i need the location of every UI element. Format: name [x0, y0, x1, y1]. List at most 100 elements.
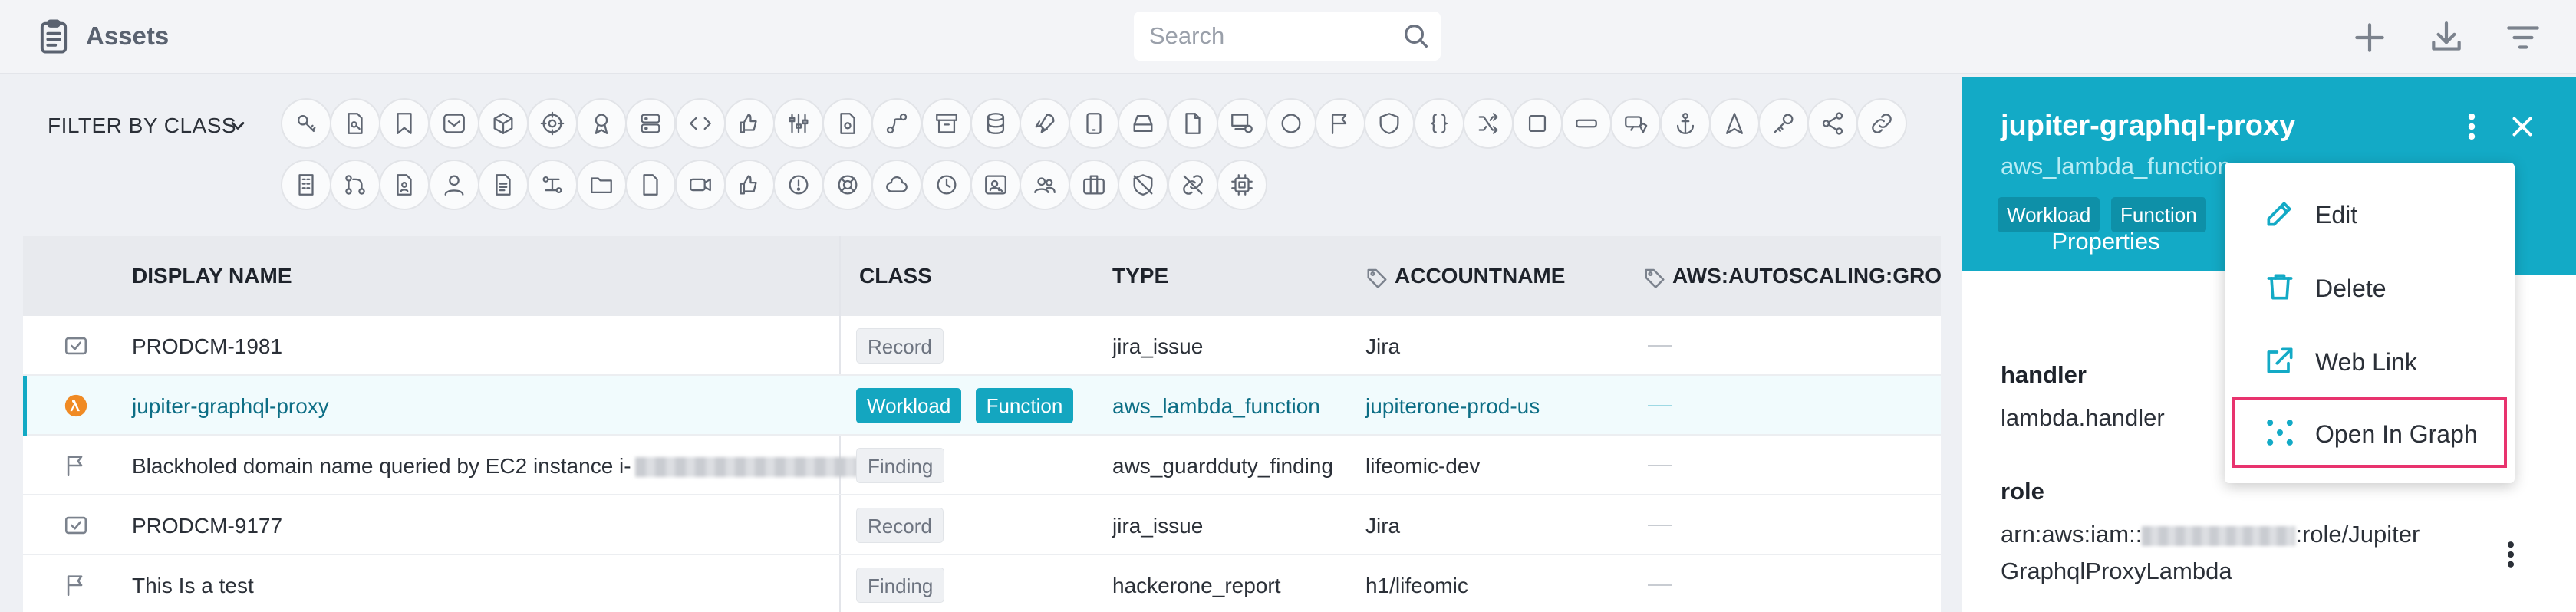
table-row[interactable]: This Is a test Finding hackerone_report h1/… [23, 555, 1941, 612]
class-filter-storage[interactable] [1118, 98, 1169, 149]
class-filter-routing[interactable] [871, 98, 923, 149]
blank-file-icon [643, 174, 659, 196]
class-filter-document-user[interactable] [379, 160, 430, 210]
class-filter-flag[interactable] [1315, 98, 1366, 149]
class-filter-rocket[interactable] [1020, 98, 1070, 149]
class-filter-cube[interactable] [477, 98, 529, 149]
more-vertical-icon[interactable] [2458, 110, 2485, 143]
class-filter-archive[interactable] [921, 98, 972, 149]
chevron-down-icon[interactable] [227, 115, 249, 137]
class-filter-briefcase[interactable] [1069, 160, 1120, 210]
class-badge: Function [975, 388, 1074, 423]
class-filter-target[interactable] [527, 98, 578, 149]
row-display-name[interactable]: This Is a test [132, 574, 254, 598]
tab-properties[interactable]: Properties [1962, 228, 2249, 275]
class-filter-chip[interactable] [1216, 160, 1267, 210]
class-filter-share[interactable] [1807, 98, 1859, 149]
class-filter-notes[interactable] [477, 160, 529, 210]
document-settings-icon [840, 113, 855, 134]
col-class[interactable]: CLASS [859, 264, 932, 288]
class-filter-key[interactable] [1758, 98, 1809, 149]
filter-icon[interactable] [2504, 18, 2542, 57]
class-filter-shield[interactable] [1364, 98, 1415, 149]
class-filter-video[interactable] [674, 160, 726, 210]
table-row[interactable]: Blackholed domain name queried by EC2 in… [23, 436, 1941, 495]
class-filter-inbox[interactable] [428, 98, 479, 149]
col-accountname[interactable]: ACCOUNTNAME [1365, 264, 1565, 289]
class-filter-clock[interactable] [921, 160, 972, 210]
server-icon [641, 114, 660, 133]
row-display-name[interactable]: jupiter-graphql-proxy [132, 394, 329, 419]
class-filter-user-shield[interactable] [1610, 98, 1662, 149]
col-type[interactable]: TYPE [1112, 264, 1168, 288]
class-filter-lifebuoy[interactable] [822, 160, 874, 210]
bookmark-icon [397, 113, 413, 134]
class-filter-shuffle[interactable] [1462, 98, 1514, 149]
row-display-name[interactable]: PRODCM-1981 [132, 334, 282, 359]
class-filter-git[interactable] [330, 160, 381, 210]
class-filter-blank-file[interactable] [625, 160, 677, 210]
class-filter-cloud[interactable] [871, 160, 923, 210]
class-filter-circle[interactable] [1266, 98, 1316, 149]
class-filter-process[interactable] [527, 160, 578, 210]
document-key-icon [348, 113, 363, 134]
class-filter-device[interactable] [1069, 98, 1120, 149]
search-input[interactable] [1149, 12, 1395, 61]
class-filter-folder[interactable] [576, 160, 628, 210]
menu-item-web-link[interactable]: Web Link [2225, 325, 2515, 396]
search-box [1134, 12, 1441, 61]
class-filter-minus-box[interactable] [1561, 98, 1612, 149]
search-icon[interactable] [1401, 21, 1431, 51]
menu-item-edit[interactable]: Edit [2225, 178, 2515, 248]
table-row[interactable]: PRODCM-9177 Record jira_issue Jira [23, 495, 1941, 555]
class-filter-sliders[interactable] [773, 98, 824, 149]
close-icon[interactable] [2508, 113, 2536, 140]
class-filter-navigation[interactable] [1708, 98, 1760, 149]
class-filter-code[interactable] [674, 98, 726, 149]
add-icon[interactable] [2350, 18, 2389, 57]
class-filter-network-settings[interactable] [1216, 98, 1267, 149]
class-badge: Finding [856, 448, 945, 483]
class-filter-document-key[interactable] [330, 98, 381, 149]
class-filter-bookmark[interactable] [379, 98, 430, 149]
class-filter-shield-off[interactable] [1118, 160, 1169, 210]
class-filter-anchor[interactable] [1659, 98, 1711, 149]
class-filter-building[interactable] [281, 160, 331, 210]
class-filter-link[interactable] [1856, 98, 1908, 149]
class-filter-file[interactable] [1167, 98, 1218, 149]
class-filter-thumbs-up[interactable] [723, 160, 775, 210]
class-filter-users[interactable] [1020, 160, 1070, 210]
user-search-icon [984, 175, 1006, 195]
class-filter-award[interactable] [576, 98, 628, 149]
col-aws-autoscaling[interactable]: AWS:AUTOSCALING:GROU [1643, 264, 1941, 289]
class-filter-broken-link[interactable] [1167, 160, 1218, 210]
class-filter-user-search[interactable] [970, 160, 1021, 210]
class-filter-access-key[interactable] [281, 98, 331, 149]
col-aws-autoscaling-label: AWS:AUTOSCALING:GROU [1672, 264, 1941, 288]
more-vertical-icon[interactable] [2499, 538, 2522, 571]
filter-by-class-label[interactable]: FILTER BY CLASS [48, 114, 236, 138]
class-filter-alert[interactable] [773, 160, 824, 210]
row-accountname: Jira [1365, 514, 1401, 538]
menu-item-label: Web Link [2315, 348, 2417, 376]
class-filter-square[interactable] [1512, 98, 1563, 149]
class-filter-thumbs-network[interactable] [723, 98, 775, 149]
table-row[interactable]: PRODCM-1981 Record jira_issue Jira [23, 316, 1941, 376]
row-display-name[interactable]: Blackholed domain name queried by EC2 in… [132, 454, 631, 479]
process-icon [542, 176, 562, 194]
flag-icon [67, 456, 83, 477]
table-row[interactable]: jupiter-graphql-proxy Workload Function aws… [23, 376, 1941, 436]
class-filter-user[interactable] [428, 160, 479, 210]
menu-item-open-in-graph[interactable]: Open In Graph [2232, 397, 2507, 468]
menu-item-delete[interactable]: Delete [2225, 252, 2515, 322]
download-icon[interactable] [2427, 18, 2466, 57]
col-display-name[interactable]: DISPLAY NAME [132, 264, 292, 288]
row-display-name[interactable]: PRODCM-9177 [132, 514, 282, 538]
class-filter-server[interactable] [625, 98, 677, 149]
class-filter-database[interactable] [970, 98, 1021, 149]
class-filter-document-settings[interactable] [822, 98, 874, 149]
award-icon [595, 114, 608, 134]
class-filter-braces[interactable] [1413, 98, 1464, 149]
prop-handler-label: handler [2001, 361, 2087, 388]
checkbox-icon [64, 337, 87, 355]
